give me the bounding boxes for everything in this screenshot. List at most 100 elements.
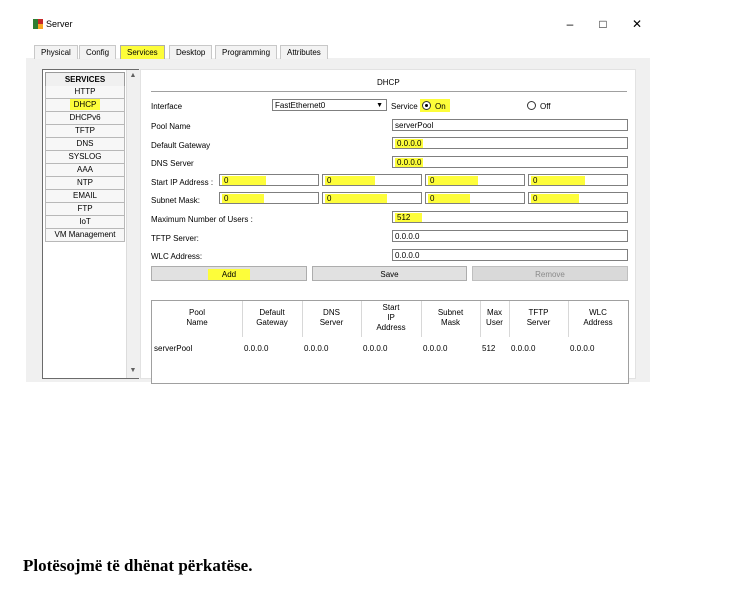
tab-config[interactable]: Config (79, 45, 117, 59)
services-header: SERVICES (45, 72, 125, 87)
add-button[interactable]: Add (151, 266, 307, 281)
heading-divider (151, 91, 627, 92)
minimize-button[interactable]: – (555, 14, 585, 34)
sidebar-item-dhcpv6[interactable]: DHCPv6 (45, 112, 125, 125)
mask-octet-2[interactable]: 0 (322, 192, 422, 204)
octet-value: 0 (222, 176, 267, 185)
max-users-input[interactable]: 512 (392, 211, 628, 223)
gateway-value: 0.0.0.0 (395, 139, 424, 148)
window-title: Server (46, 19, 73, 29)
table-cell: 512 (482, 344, 496, 353)
table-header-cell[interactable]: WLC Address (568, 308, 628, 328)
table-header-cell[interactable]: Start IP Address (361, 303, 421, 333)
sidebar-item-iot[interactable]: IoT (45, 216, 125, 229)
mask-octet-1[interactable]: 0 (219, 192, 319, 204)
scroll-up-icon[interactable]: ▲ (127, 70, 139, 82)
gateway-input[interactable]: 0.0.0.0 (392, 137, 628, 149)
mask-label: Subnet Mask: (151, 196, 200, 205)
dns-label: DNS Server (151, 159, 194, 168)
start-ip-octet-4[interactable]: 0 (528, 174, 628, 186)
sidebar-item-tftp[interactable]: TFTP (45, 125, 125, 138)
remove-button[interactable]: Remove (472, 266, 628, 281)
octet-value: 0 (428, 194, 471, 203)
column-divider (568, 301, 569, 337)
table-header-cell[interactable]: Default Gateway (242, 308, 302, 328)
start-ip-octet-2[interactable]: 0 (322, 174, 422, 186)
octet-value: 0 (531, 176, 586, 185)
table-header-cell[interactable]: TFTP Server (509, 308, 568, 328)
octet-value: 0 (428, 176, 479, 185)
column-divider (509, 301, 510, 337)
sidebar-item-dhcp[interactable]: DHCP (45, 99, 125, 112)
sidebar-item-ftp[interactable]: FTP (45, 203, 125, 216)
max-users-value: 512 (395, 213, 423, 222)
sidebar-item-email[interactable]: EMAIL (45, 190, 125, 203)
dhcp-heading: DHCP (377, 78, 400, 87)
tab-physical[interactable]: Physical (34, 45, 78, 59)
dns-input[interactable]: 0.0.0.0 (392, 156, 628, 168)
sidebar-item-vm-management[interactable]: VM Management (45, 229, 125, 242)
wlc-input[interactable]: 0.0.0.0 (392, 249, 628, 261)
octet-value: 0 (222, 194, 265, 203)
sidebar-item-aaa[interactable]: AAA (45, 164, 125, 177)
services-sidebar: SERVICES HTTP DHCP DHCPv6 TFTP DNS SYSLO… (42, 69, 139, 379)
tab-services[interactable]: Services (120, 45, 165, 59)
start-ip-label: Start IP Address : (151, 178, 214, 187)
tftp-label: TFTP Server: (151, 234, 199, 243)
table-header-cell[interactable]: Pool Name (152, 308, 242, 328)
interface-label: Interface (151, 102, 183, 111)
mask-octet-4[interactable]: 0 (528, 192, 628, 204)
table-cell: 0.0.0.0 (570, 344, 595, 353)
sidebar-item-dns[interactable]: DNS (45, 138, 125, 151)
column-divider (421, 301, 422, 337)
start-ip-octet-1[interactable]: 0 (219, 174, 319, 186)
octet-value: 0 (325, 194, 388, 203)
close-button[interactable]: ✕ (622, 14, 652, 34)
octet-value: 0 (325, 176, 376, 185)
maximize-button[interactable]: □ (588, 14, 618, 34)
sidebar-item-ntp[interactable]: NTP (45, 177, 125, 190)
table-cell: serverPool (154, 344, 193, 353)
sidebar-scrollbar[interactable]: ▲ ▼ (126, 70, 139, 378)
tftp-input[interactable]: 0.0.0.0 (392, 230, 628, 242)
service-off-radio[interactable] (527, 101, 536, 110)
tab-attributes[interactable]: Attributes (280, 45, 328, 59)
gateway-label: Default Gateway (151, 141, 211, 150)
chevron-down-icon: ▼ (376, 102, 383, 109)
server-window: Server – □ ✕ Physical Config Services De… (26, 12, 650, 384)
table-cell: 0.0.0.0 (511, 344, 536, 353)
interface-select[interactable]: FastEthernet0 ▼ (272, 99, 387, 111)
server-app-icon (33, 19, 43, 29)
octet-value: 0 (531, 194, 580, 203)
table-cell: 0.0.0.0 (244, 344, 269, 353)
table-header-cell[interactable]: Subnet Mask (421, 308, 480, 328)
service-label: Service (391, 102, 418, 111)
mask-octet-3[interactable]: 0 (425, 192, 525, 204)
column-divider (242, 301, 243, 337)
table-cell: 0.0.0.0 (304, 344, 329, 353)
save-button[interactable]: Save (312, 266, 467, 281)
start-ip-octet-3[interactable]: 0 (425, 174, 525, 186)
service-on-radio[interactable] (422, 101, 431, 110)
sidebar-item-syslog[interactable]: SYSLOG (45, 151, 125, 164)
dhcp-panel: DHCP Interface FastEthernet0 ▼ Service O… (140, 69, 636, 384)
table-header-cell[interactable]: DNS Server (302, 308, 361, 328)
column-divider (480, 301, 481, 337)
scroll-down-icon[interactable]: ▼ (127, 365, 139, 377)
service-on-label: On (435, 102, 446, 111)
tab-programming[interactable]: Programming (215, 45, 278, 59)
interface-value: FastEthernet0 (275, 101, 326, 110)
sidebar-item-label: DHCP (69, 99, 101, 110)
sidebar-item-http[interactable]: HTTP (45, 86, 125, 99)
column-divider (361, 301, 362, 337)
tab-desktop[interactable]: Desktop (169, 45, 213, 59)
column-divider (302, 301, 303, 337)
add-button-label: Add (207, 269, 251, 280)
title-bar[interactable]: Server – □ ✕ (26, 12, 650, 38)
table-header-cell[interactable]: Max User (480, 308, 509, 328)
max-users-label: Maximum Number of Users : (151, 215, 253, 224)
dns-value: 0.0.0.0 (395, 158, 424, 167)
wlc-label: WLC Address: (151, 252, 203, 261)
instruction-note: Plotësojmë të dhënat përkatëse. (23, 556, 253, 575)
pool-name-input[interactable]: serverPool (392, 119, 628, 131)
